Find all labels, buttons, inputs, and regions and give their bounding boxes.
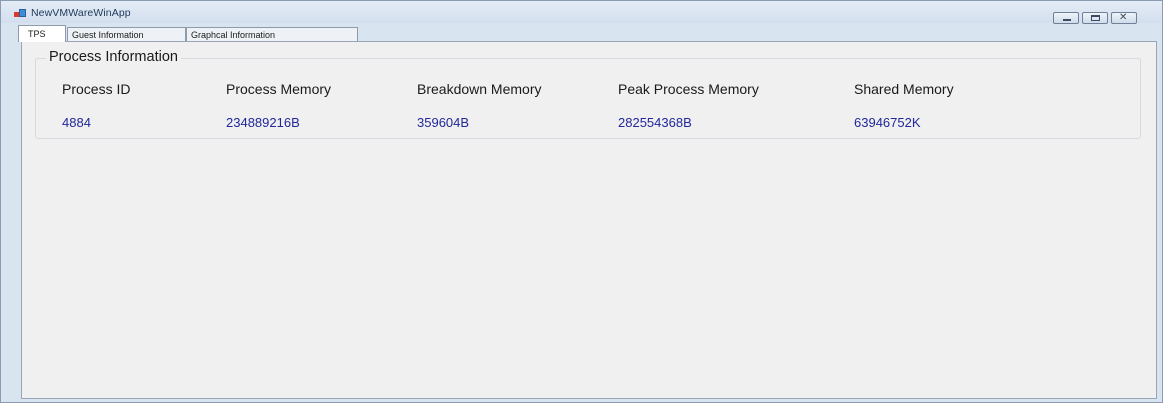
minimize-button[interactable] [1053,12,1079,24]
peak-process-memory-value: 282554368B [618,115,692,130]
process-id-value: 4884 [62,115,91,130]
maximize-button[interactable] [1082,12,1108,24]
tab-guest-information[interactable]: Guest Information [67,27,186,41]
close-icon: ✕ [1119,12,1128,23]
maximize-icon [1091,15,1100,21]
minimize-icon [1063,19,1071,21]
group-title: Process Information [46,49,181,65]
app-window: NewVMWareWinApp ✕ TPS Guest Information … [0,0,1163,403]
close-button[interactable]: ✕ [1111,12,1137,24]
window-title: NewVMWareWinApp [31,7,131,19]
process-memory-value: 234889216B [226,115,300,130]
breakdown-memory-label: Breakdown Memory [417,81,542,97]
shared-memory-value: 63946752K [854,115,921,130]
shared-memory-label: Shared Memory [854,81,954,97]
tab-graphcal-information[interactable]: Graphcal Information [186,27,358,41]
peak-process-memory-label: Peak Process Memory [618,81,759,97]
process-memory-label: Process Memory [226,81,332,97]
process-id-label: Process ID [62,81,131,97]
title-bar[interactable]: NewVMWareWinApp [1,1,1162,23]
process-information-group: Process Information [35,49,1141,139]
tps-tab-panel: Process Information Process ID Process M… [21,41,1157,399]
breakdown-memory-value: 359604B [417,115,470,130]
app-icon [14,9,26,19]
tab-tps[interactable]: TPS [18,25,66,42]
